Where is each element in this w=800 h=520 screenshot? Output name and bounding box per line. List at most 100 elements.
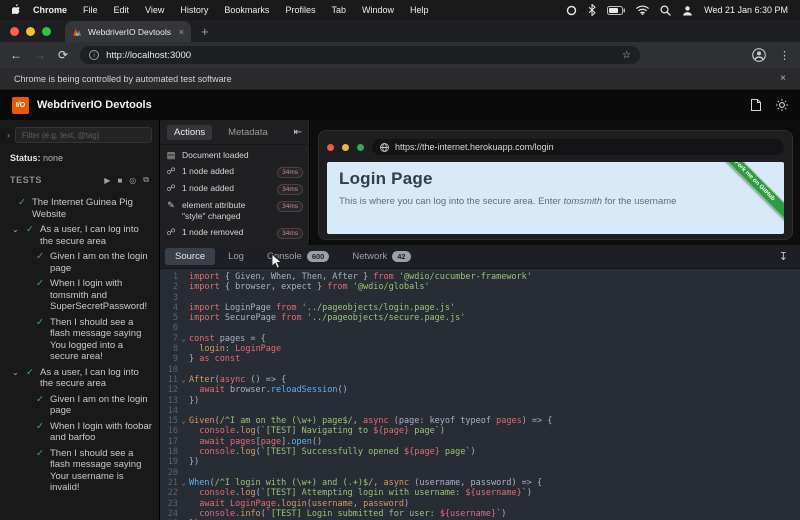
- report-file-icon[interactable]: [751, 99, 761, 111]
- menu-item-history[interactable]: History: [172, 5, 216, 15]
- filter-input[interactable]: [15, 127, 152, 143]
- tab-console[interactable]: Console600: [257, 248, 339, 265]
- new-tab-button[interactable]: +: [191, 24, 219, 39]
- tab-actions[interactable]: Actions: [167, 125, 212, 140]
- apple-icon[interactable]: [12, 4, 23, 16]
- duration-badge: 34ms: [277, 228, 303, 239]
- chevron-down-icon[interactable]: ⌄: [12, 367, 22, 390]
- menu-item-edit[interactable]: Edit: [106, 5, 138, 15]
- banner-close-icon[interactable]: ×: [780, 73, 786, 84]
- editor-panel: Source Log Console600Network42 ↧ 1import {…: [160, 245, 800, 520]
- check-icon: ✓: [36, 317, 46, 363]
- back-icon[interactable]: ←: [10, 48, 22, 62]
- action-label: 1 node added: [182, 166, 271, 177]
- code-line: 10: [160, 365, 800, 375]
- bookmark-star-icon[interactable]: ☆: [622, 50, 631, 61]
- watch-icon[interactable]: ◎: [129, 176, 136, 185]
- window-minimize-button[interactable]: [26, 27, 35, 36]
- test-tree-label: When I login with tomsmith and SuperSecr…: [50, 278, 152, 313]
- address-bar[interactable]: i http://localhost:3000 ☆: [80, 46, 640, 64]
- tab-label: Network: [352, 251, 387, 262]
- tab-source[interactable]: Source: [165, 248, 215, 265]
- url-text[interactable]: http://localhost:3000: [106, 50, 615, 61]
- line-number: 24: [160, 509, 178, 519]
- menu-item-profiles[interactable]: Profiles: [277, 5, 323, 15]
- line-number: 2: [160, 282, 178, 292]
- action-item[interactable]: ☍1 node added34ms: [160, 180, 309, 197]
- chevron-down-icon[interactable]: ⌄: [12, 224, 22, 247]
- menu-item-chrome[interactable]: Chrome: [27, 5, 75, 15]
- theme-toggle-sun-icon[interactable]: [776, 99, 788, 111]
- test-tree-label: Given I am on the login page: [50, 394, 152, 417]
- menu-item-file[interactable]: File: [75, 5, 106, 15]
- action-item[interactable]: ☍1 node removed34ms: [160, 224, 309, 241]
- site-info-icon[interactable]: i: [89, 50, 99, 60]
- recording-indicator-icon[interactable]: [566, 5, 577, 16]
- line-number: 14: [160, 406, 178, 416]
- bluetooth-icon[interactable]: [588, 4, 596, 16]
- fold-chevron-icon[interactable]: ⌄: [178, 375, 189, 385]
- action-item[interactable]: ✎element attribute "style" changed34ms: [160, 197, 309, 224]
- battery-icon[interactable]: [607, 6, 625, 15]
- code-line: 4import LoginPage from '../pageobjects/l…: [160, 303, 800, 313]
- fold-chevron-icon[interactable]: ⌄: [178, 416, 189, 426]
- chrome-tabstrip: WebdriverIO Devtools × +: [0, 20, 800, 42]
- test-tree-item[interactable]: ✓Then I should see a flash message sayin…: [0, 317, 159, 363]
- tab-log[interactable]: Log: [218, 248, 254, 265]
- test-tree-item[interactable]: ✓Then I should see a flash message sayin…: [0, 448, 159, 494]
- copy-icon[interactable]: ⧉: [143, 175, 149, 185]
- reload-icon[interactable]: ⟳: [58, 48, 68, 62]
- test-tree-item[interactable]: ✓When I login with tomsmith and SuperSec…: [0, 278, 159, 313]
- tab-close-icon[interactable]: ×: [179, 27, 184, 37]
- duration-badge: 34ms: [277, 167, 303, 178]
- test-tree-label: The Internet Guinea Pig Website: [32, 197, 134, 220]
- spotlight-search-icon[interactable]: [660, 5, 671, 16]
- test-tree-item[interactable]: ✓The Internet Guinea Pig Website: [0, 197, 159, 220]
- globe-icon: [380, 143, 389, 152]
- tab-metadata[interactable]: Metadata: [221, 125, 275, 140]
- browser-tab[interactable]: WebdriverIO Devtools ×: [65, 21, 191, 42]
- stop-tests-icon[interactable]: ■: [117, 176, 122, 185]
- preview-minimize-light: [342, 144, 349, 151]
- action-label: 1 node added: [182, 183, 271, 194]
- run-tests-icon[interactable]: ▶: [104, 176, 110, 185]
- action-item[interactable]: ▤Document loaded: [160, 147, 309, 163]
- duration-badge: 34ms: [277, 201, 303, 212]
- test-tree-item[interactable]: ⌄✓As a user, I can log into the secure a…: [0, 367, 159, 390]
- preview-url-text: https://the-internet.herokuapp.com/login: [395, 142, 554, 152]
- wifi-icon[interactable]: [636, 5, 649, 15]
- menu-item-view[interactable]: View: [137, 5, 172, 15]
- fold-chevron-icon[interactable]: ⌄: [178, 334, 189, 344]
- collapse-panel-icon[interactable]: ⇤: [294, 127, 302, 138]
- tab-label: Log: [228, 251, 244, 262]
- line-number: 23: [160, 499, 178, 509]
- menu-item-tab[interactable]: Tab: [323, 5, 354, 15]
- test-tree-item[interactable]: ✓When I login with foobar and barfoo: [0, 421, 159, 444]
- window-zoom-button[interactable]: [42, 27, 51, 36]
- source-code[interactable]: 1import { Given, When, Then, After } fro…: [160, 269, 800, 520]
- menu-item-help[interactable]: Help: [402, 5, 437, 15]
- menu-items: ChromeFileEditViewHistoryBookmarksProfil…: [27, 5, 437, 15]
- profile-avatar-icon[interactable]: [752, 48, 766, 62]
- test-tree-item[interactable]: ⌄✓As a user, I can log into the secure a…: [0, 224, 159, 247]
- code-line: 23 await LoginPage.login(username, passw…: [160, 499, 800, 509]
- chrome-menu-icon[interactable]: ⋮: [779, 49, 790, 62]
- code-line: 3: [160, 293, 800, 303]
- download-icon[interactable]: ↧: [779, 250, 795, 263]
- tab-label: Console: [267, 251, 302, 262]
- forward-icon[interactable]: →: [34, 48, 46, 62]
- user-switcher-icon[interactable]: [682, 5, 693, 16]
- fold-chevron-icon[interactable]: ⌄: [178, 478, 189, 488]
- menubar-clock[interactable]: Wed 21 Jan 6:30 PM: [704, 5, 788, 15]
- test-tree-item[interactable]: ✓Given I am on the login page: [0, 394, 159, 417]
- app-header: I/O WebdriverIO Devtools: [0, 90, 800, 120]
- sidebar-collapse-icon[interactable]: ›: [7, 130, 10, 140]
- code-line: 13}): [160, 396, 800, 406]
- tab-network[interactable]: Network42: [342, 248, 420, 265]
- actions-list: ▤Document loaded ☍1 node added34ms ☍1 node…: [160, 145, 309, 245]
- test-tree-item[interactable]: ✓Given I am on the login page: [0, 251, 159, 274]
- action-item[interactable]: ☍1 node added34ms: [160, 163, 309, 180]
- menu-item-window[interactable]: Window: [354, 5, 402, 15]
- window-close-button[interactable]: [10, 27, 19, 36]
- menu-item-bookmarks[interactable]: Bookmarks: [216, 5, 277, 15]
